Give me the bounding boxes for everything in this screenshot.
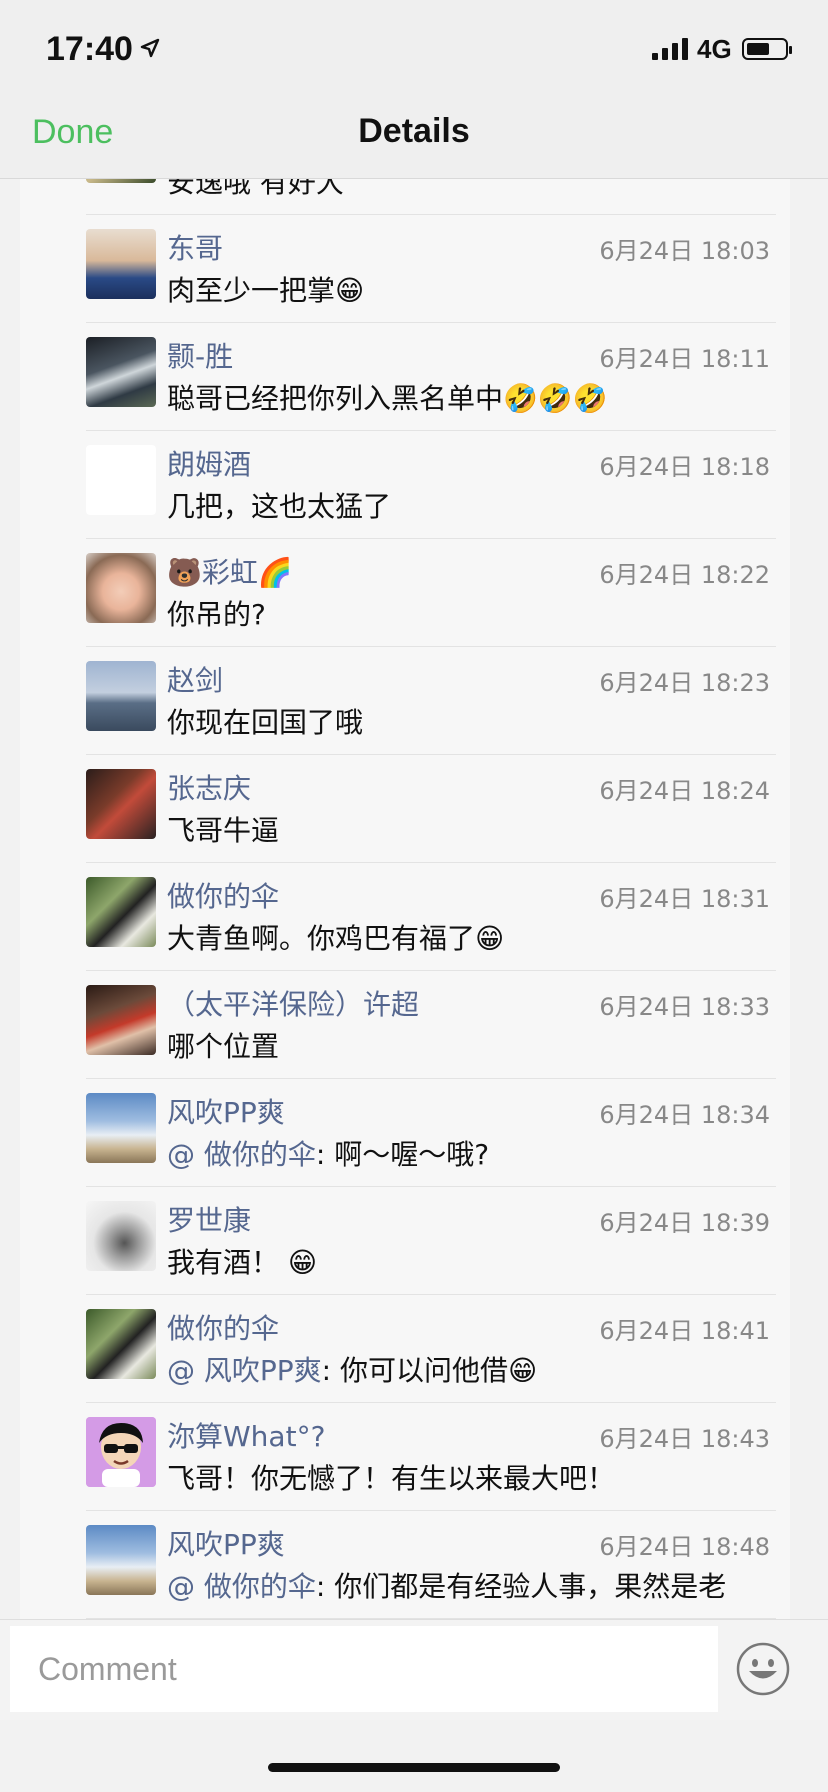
list-item[interactable]: 沵算What°? 6月24日 18:43 飞哥！你无憾了！有生以来最大吧！ bbox=[86, 1403, 776, 1511]
signal-icon bbox=[652, 38, 688, 60]
list-item[interactable]: 风吹PP爽 6月24日 18:48 @ 做你的伞: 你们都是有经验人事，果然是老 bbox=[86, 1511, 776, 1619]
avatar[interactable] bbox=[86, 1093, 156, 1163]
avatar[interactable] bbox=[86, 877, 156, 947]
comment-text: 飞哥牛逼 bbox=[167, 814, 280, 847]
avatar[interactable] bbox=[86, 337, 156, 407]
comment-time: 6月24日 18:24 bbox=[599, 777, 770, 805]
home-indicator[interactable] bbox=[268, 1763, 560, 1772]
avatar[interactable] bbox=[86, 769, 156, 839]
comment-text: 聪哥已经把你列入黑名单中🤣🤣🤣 bbox=[167, 382, 608, 415]
list-item[interactable]: 颢-胜 6月24日 18:11 聪哥已经把你列入黑名单中🤣🤣🤣 bbox=[86, 323, 776, 431]
commenter-name[interactable]: 颢-胜 bbox=[167, 335, 233, 375]
list-item[interactable]: 风吹PP爽 6月24日 18:34 @ 做你的伞: 啊～喔～哦? bbox=[86, 1079, 776, 1187]
list-item[interactable]: 做你的伞 6月24日 18:31 大青鱼啊。你鸡巴有福了😁 bbox=[86, 863, 776, 971]
page-title: Details bbox=[358, 112, 470, 150]
avatar[interactable] bbox=[86, 445, 156, 515]
comment-text: 哪个位置 bbox=[167, 1030, 280, 1063]
battery-icon bbox=[742, 38, 792, 60]
comment-time: 6月24日 18:23 bbox=[599, 669, 770, 697]
comment-bar bbox=[0, 1619, 828, 1720]
comment-time: 6月24日 18:11 bbox=[599, 345, 770, 373]
commenter-name[interactable]: 沵算What°? bbox=[167, 1415, 325, 1455]
commenter-name[interactable]: 赵剑 bbox=[167, 659, 223, 699]
commenter-name[interactable]: 朗姆酒 bbox=[167, 443, 251, 483]
comment-time: 6月24日 18:48 bbox=[599, 1533, 770, 1561]
comment-text: 肉至少一把掌😁 bbox=[167, 274, 365, 307]
cartoon-avatar-icon bbox=[86, 1417, 156, 1487]
comment-input[interactable] bbox=[10, 1626, 718, 1712]
comment-time: 6月24日 18:31 bbox=[599, 885, 770, 913]
avatar[interactable] bbox=[86, 1525, 156, 1595]
list-item[interactable]: 朗姆酒 6月24日 18:18 几把，这也太猛了 bbox=[86, 431, 776, 539]
comment-text: @ 做你的伞: 你们都是有经验人事，果然是老 bbox=[167, 1570, 727, 1603]
comment-time: 6月24日 18:39 bbox=[599, 1209, 770, 1237]
comment-time: 6月24日 18:43 bbox=[599, 1425, 770, 1453]
commenter-name[interactable]: 🐻彩虹🌈 bbox=[167, 551, 293, 591]
location-arrow-icon bbox=[140, 38, 160, 58]
comment-list-panel[interactable]: 安逸哦 有好大 东哥 6月24日 18:03 肉至少一把掌😁 颢-胜 6月24日… bbox=[20, 179, 790, 1619]
commenter-name[interactable]: 风吹PP爽 bbox=[167, 1523, 285, 1563]
list-item[interactable]: 做你的伞 6月24日 18:41 @ 风吹PP爽: 你可以问他借😁 bbox=[86, 1295, 776, 1403]
comment-text: 我有酒！ 😁 bbox=[167, 1246, 318, 1279]
comment-text: 你现在回国了哦 bbox=[167, 706, 364, 739]
list-item[interactable]: 东哥 6月24日 18:03 肉至少一把掌😁 bbox=[86, 215, 776, 323]
comment-text: 大青鱼啊。你鸡巴有福了😁 bbox=[167, 922, 505, 955]
comment-time: 6月24日 18:22 bbox=[599, 561, 770, 589]
avatar[interactable] bbox=[86, 985, 156, 1055]
list-item[interactable]: 罗世康 6月24日 18:39 我有酒！ 😁 bbox=[86, 1187, 776, 1295]
comment-time: 6月24日 18:34 bbox=[599, 1101, 770, 1129]
avatar[interactable] bbox=[86, 1309, 156, 1379]
comment-text: 几把，这也太猛了 bbox=[167, 490, 392, 523]
comment-list: 安逸哦 有好大 东哥 6月24日 18:03 肉至少一把掌😁 颢-胜 6月24日… bbox=[20, 179, 790, 1619]
status-bar: 17:40 4G bbox=[0, 0, 828, 100]
avatar bbox=[86, 179, 156, 183]
mention-link[interactable]: @ 做你的伞 bbox=[167, 1138, 316, 1171]
comment-time: 6月24日 18:33 bbox=[599, 993, 770, 1021]
list-item[interactable]: 🐻彩虹🌈 6月24日 18:22 你吊的? bbox=[86, 539, 776, 647]
commenter-name[interactable]: （太平洋保险）许超 bbox=[167, 983, 419, 1023]
list-item[interactable]: （太平洋保险）许超 6月24日 18:33 哪个位置 bbox=[86, 971, 776, 1079]
emoji-icon[interactable] bbox=[736, 1642, 790, 1696]
comment-text: @ 做你的伞: 啊～喔～哦? bbox=[167, 1138, 490, 1171]
commenter-name[interactable]: 东哥 bbox=[167, 227, 223, 267]
commenter-name[interactable]: 罗世康 bbox=[167, 1199, 251, 1239]
network-label: 4G bbox=[697, 34, 732, 64]
avatar[interactable] bbox=[86, 1201, 156, 1271]
list-item: 安逸哦 有好大 bbox=[86, 179, 776, 215]
commenter-name[interactable]: 做你的伞 bbox=[167, 875, 279, 915]
commenter-name[interactable]: 张志庆 bbox=[167, 767, 251, 807]
avatar[interactable] bbox=[86, 229, 156, 299]
comment-time: 6月24日 18:03 bbox=[599, 237, 770, 265]
mention-link[interactable]: @ 做你的伞 bbox=[167, 1570, 316, 1603]
avatar[interactable] bbox=[86, 661, 156, 731]
avatar[interactable] bbox=[86, 553, 156, 623]
comment-time: 6月24日 18:41 bbox=[599, 1317, 770, 1345]
comment-text: @ 风吹PP爽: 你可以问他借😁 bbox=[167, 1354, 538, 1387]
commenter-name[interactable]: 做你的伞 bbox=[167, 1307, 279, 1347]
list-item[interactable]: 赵剑 6月24日 18:23 你现在回国了哦 bbox=[86, 647, 776, 755]
list-item[interactable]: 张志庆 6月24日 18:24 飞哥牛逼 bbox=[86, 755, 776, 863]
status-time: 17:40 bbox=[46, 30, 133, 68]
comment-time: 6月24日 18:18 bbox=[599, 453, 770, 481]
nav-bar: Done Details bbox=[0, 100, 828, 179]
avatar[interactable] bbox=[86, 1417, 156, 1487]
comment-text: 你吊的? bbox=[167, 598, 266, 631]
commenter-name[interactable]: 风吹PP爽 bbox=[167, 1091, 285, 1131]
mention-link[interactable]: @ 风吹PP爽 bbox=[167, 1354, 322, 1387]
comment-text: 飞哥！你无憾了！有生以来最大吧！ bbox=[167, 1462, 616, 1495]
comment-text: 安逸哦 有好大 bbox=[167, 179, 344, 199]
